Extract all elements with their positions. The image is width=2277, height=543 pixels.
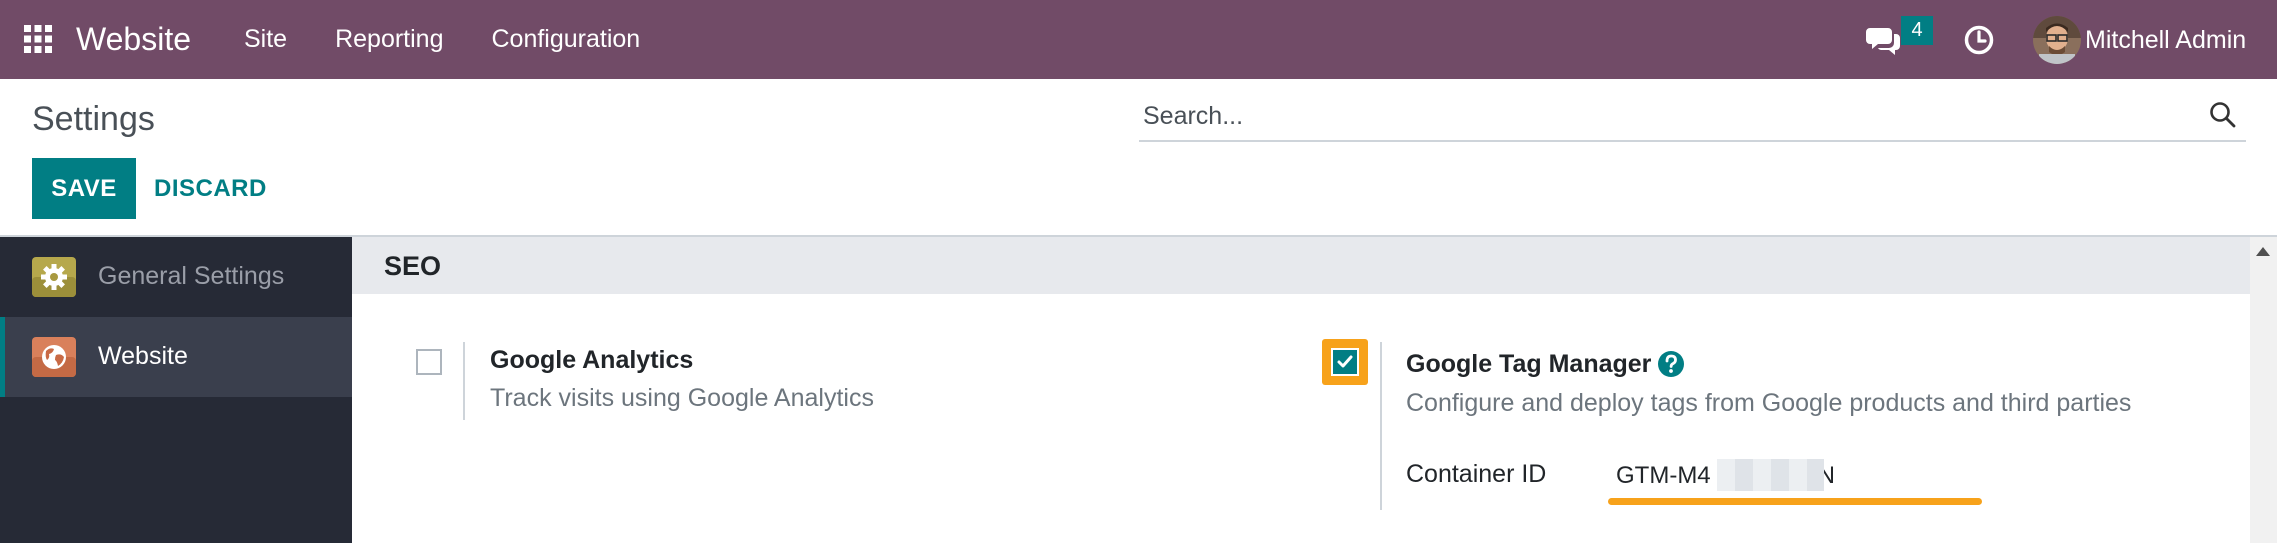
search-input[interactable] [1143,94,2183,138]
main-menu: Site Reporting Configuration [244,24,640,54]
divider [463,342,465,420]
chat-icon[interactable] [1866,22,1902,58]
help-icon[interactable] [1657,350,1685,378]
messages-count-badge: 4 [1901,16,1933,45]
google-analytics-title: Google Analytics [490,346,694,374]
gear-icon [32,257,76,297]
sidebar-item-general-settings[interactable]: General Settings [0,237,352,317]
checkmark-icon [1337,355,1353,368]
google-tag-manager-checkbox[interactable] [1331,348,1359,376]
google-tag-manager-title: Google Tag Manager [1406,350,1652,378]
section-header: SEO [352,237,2250,294]
google-analytics-description: Track visits using Google Analytics [490,384,874,412]
highlight-underline [1608,498,1982,505]
user-name: Mitchell Admin [2085,26,2247,54]
divider [1380,342,1382,510]
menu-item-reporting[interactable]: Reporting [335,24,443,54]
scrollbar[interactable] [2250,237,2277,543]
app-brand[interactable]: Website [76,19,191,59]
scroll-up-arrow-icon[interactable] [2256,247,2270,256]
search-bar [1139,92,2246,142]
page-title: Settings [32,100,155,138]
avatar [2033,16,2081,64]
settings-sidebar: General Settings Website [0,237,352,543]
redacted-text-blur [1717,459,1824,491]
search-icon[interactable] [2208,100,2238,130]
sidebar-item-label: Website [98,342,188,370]
menu-item-configuration[interactable]: Configuration [492,24,641,54]
save-button[interactable]: SAVE [32,158,136,219]
menu-item-site[interactable]: Site [244,24,287,54]
discard-button[interactable]: DISCARD [154,158,267,219]
container-id-label: Container ID [1406,460,1547,488]
google-analytics-checkbox[interactable] [416,349,442,375]
globe-icon [32,337,76,377]
settings-content: SEO Google Analytics Track visits using … [352,237,2250,543]
apps-grid-icon[interactable] [24,25,52,53]
sidebar-item-website[interactable]: Website [0,317,352,397]
sidebar-item-label: General Settings [98,262,285,290]
top-navbar: Website Site Reporting Configuration 4 M… [0,0,2277,79]
user-menu[interactable]: Mitchell Admin [2033,16,2246,64]
section-title: SEO [384,251,442,281]
google-tag-manager-description: Configure and deploy tags from Google pr… [1406,389,2132,417]
container-id-value-prefix: GTM-M4 [1616,462,1711,489]
clock-icon[interactable] [1963,24,1995,56]
google-tag-manager-checkbox-highlight[interactable] [1322,339,1368,385]
